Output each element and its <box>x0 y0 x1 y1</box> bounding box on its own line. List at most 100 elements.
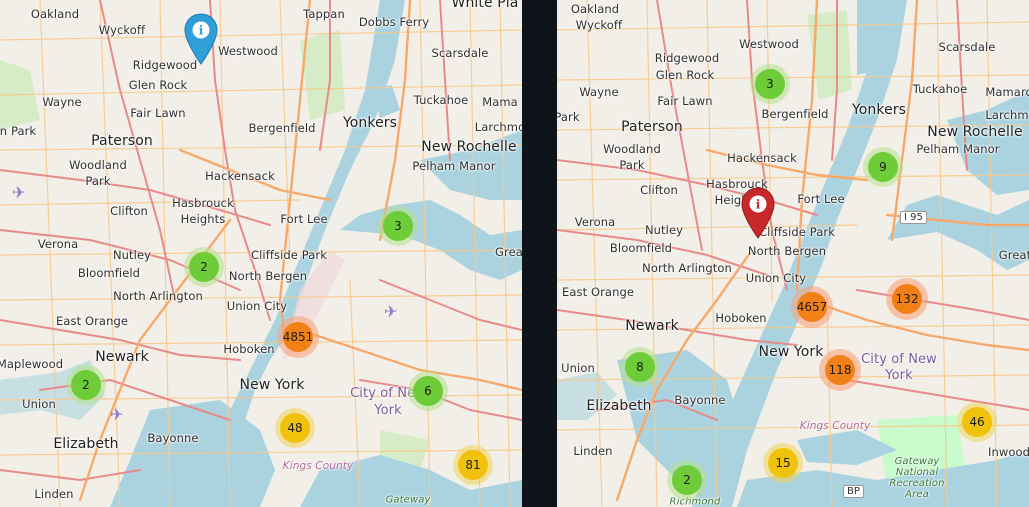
place-label: Paterson <box>621 119 683 135</box>
place-label: Union City <box>745 271 807 285</box>
place-label: Cliffside Park <box>251 248 327 262</box>
place-label: Inwood <box>987 445 1029 459</box>
place-label: Glen Rock <box>655 68 715 82</box>
place-label: North Arlington <box>642 261 732 275</box>
place-label: New York <box>758 344 824 360</box>
marker-cluster[interactable]: 46 <box>957 402 997 442</box>
place-label: Union <box>561 361 595 375</box>
place-label: Pelham Manor <box>916 142 1000 156</box>
place-label: Hackensack <box>205 169 275 183</box>
highway-shield: BP <box>843 485 864 498</box>
place-label: Kings County <box>282 460 354 472</box>
place-label: Kings County <box>799 420 871 432</box>
place-label: Mamaro <box>985 85 1029 99</box>
airport-icon: ✈ <box>110 405 124 424</box>
place-label: Yonkers <box>851 102 907 118</box>
highway-shield: I 95 <box>900 211 927 224</box>
info-pin-icon[interactable]: i <box>740 186 776 242</box>
info-pin-icon[interactable]: i <box>183 12 219 68</box>
place-label: Wayne <box>579 85 619 99</box>
place-label: Clifton <box>110 204 148 218</box>
place-label: Wyckoff <box>575 18 623 32</box>
place-label: New York <box>239 377 305 393</box>
cluster-count: 8 <box>625 352 655 382</box>
marker-cluster[interactable]: 118 <box>819 349 861 391</box>
place-label: Westwood <box>739 37 799 51</box>
place-label: Grea <box>495 245 522 259</box>
panel-divider <box>522 0 557 507</box>
marker-cluster[interactable]: 3 <box>750 64 790 104</box>
place-label: n Park <box>0 124 37 138</box>
place-label: Tappan <box>303 7 345 21</box>
place-label: Bergenfield <box>761 107 829 121</box>
marker-cluster[interactable]: 132 <box>886 278 928 320</box>
place-label: Scarsdale <box>938 40 996 54</box>
marker-cluster[interactable]: 4657 <box>791 286 833 328</box>
place-label: Oakland <box>30 7 80 21</box>
place-label: Dobbs Ferry <box>358 15 430 29</box>
marker-cluster[interactable]: 9 <box>863 147 903 187</box>
place-label: Westwood <box>218 44 278 58</box>
place-label: Woodland Park <box>69 158 127 188</box>
place-label: Wayne <box>42 95 82 109</box>
cluster-count: 9 <box>868 152 898 182</box>
place-label: Elizabeth <box>53 436 119 452</box>
place-label: Fort Lee <box>797 192 845 206</box>
place-label: Hoboken <box>715 311 767 325</box>
marker-cluster[interactable]: 2 <box>184 247 224 287</box>
place-label: Union City <box>226 299 288 313</box>
place-label: Bloomfield <box>77 266 141 280</box>
marker-cluster[interactable]: 6 <box>408 371 448 411</box>
place-label: East Orange <box>561 285 635 299</box>
place-label: Bergenfield <box>248 121 316 135</box>
cluster-count: 6 <box>413 376 443 406</box>
cluster-count: 3 <box>755 69 785 99</box>
right-map[interactable]: Oakland Westwood Scarsdale Wyckoff Ridge… <box>557 0 1029 507</box>
cluster-count: 46 <box>962 407 992 437</box>
airport-icon: ✈ <box>12 183 26 202</box>
place-label: Pelham Manor <box>412 159 496 173</box>
place-label: North Arlington <box>113 289 203 303</box>
cluster-count: 4657 <box>797 292 827 322</box>
marker-cluster[interactable]: 15 <box>763 443 803 483</box>
marker-cluster[interactable]: 2 <box>667 460 707 500</box>
place-label: Nutley <box>644 223 684 237</box>
place-label: Ridgewood <box>654 51 720 65</box>
place-label: Scarsdale <box>431 46 489 60</box>
place-label: Wyckoff <box>98 23 146 37</box>
place-label: Paterson <box>91 133 153 149</box>
cluster-count: 4851 <box>283 322 313 352</box>
cluster-count: 2 <box>189 252 219 282</box>
marker-cluster[interactable]: 81 <box>453 445 493 485</box>
place-label: Larchm <box>985 108 1029 122</box>
place-label: Mama <box>482 95 518 109</box>
svg-text:i: i <box>756 198 761 212</box>
cluster-count: 2 <box>71 370 101 400</box>
place-label: Linden <box>34 487 74 501</box>
place-label: North Bergen <box>228 269 308 283</box>
place-label: Hoboken <box>223 342 275 356</box>
left-map[interactable]: Oakland Wyckoff Tappan Dobbs Ferry White… <box>0 0 522 507</box>
place-label: Union <box>22 397 56 411</box>
left-map-labels: Oakland Wyckoff Tappan Dobbs Ferry White… <box>0 0 522 507</box>
place-label: Newark <box>625 318 679 334</box>
cluster-count: 118 <box>825 355 855 385</box>
marker-cluster[interactable]: 8 <box>620 347 660 387</box>
cluster-count: 48 <box>280 413 310 443</box>
marker-cluster[interactable]: 48 <box>275 408 315 448</box>
svg-text:i: i <box>199 24 204 38</box>
place-label: Clifton <box>640 183 678 197</box>
marker-cluster[interactable]: 4851 <box>277 316 319 358</box>
place-label: Hasbrouck Heights <box>172 196 234 226</box>
cluster-count: 132 <box>892 284 922 314</box>
airport-icon: ✈ <box>384 302 398 321</box>
place-label: Verona <box>37 237 79 251</box>
marker-cluster[interactable]: 3 <box>378 206 418 246</box>
marker-cluster[interactable]: 2 <box>66 365 106 405</box>
place-label: Newark <box>95 349 149 365</box>
place-label: Fort Lee <box>280 212 328 226</box>
place-label: Verona <box>574 215 616 229</box>
place-label: Fair Lawn <box>130 106 186 120</box>
cluster-count: 15 <box>768 448 798 478</box>
place-label: Elizabeth <box>586 398 652 414</box>
